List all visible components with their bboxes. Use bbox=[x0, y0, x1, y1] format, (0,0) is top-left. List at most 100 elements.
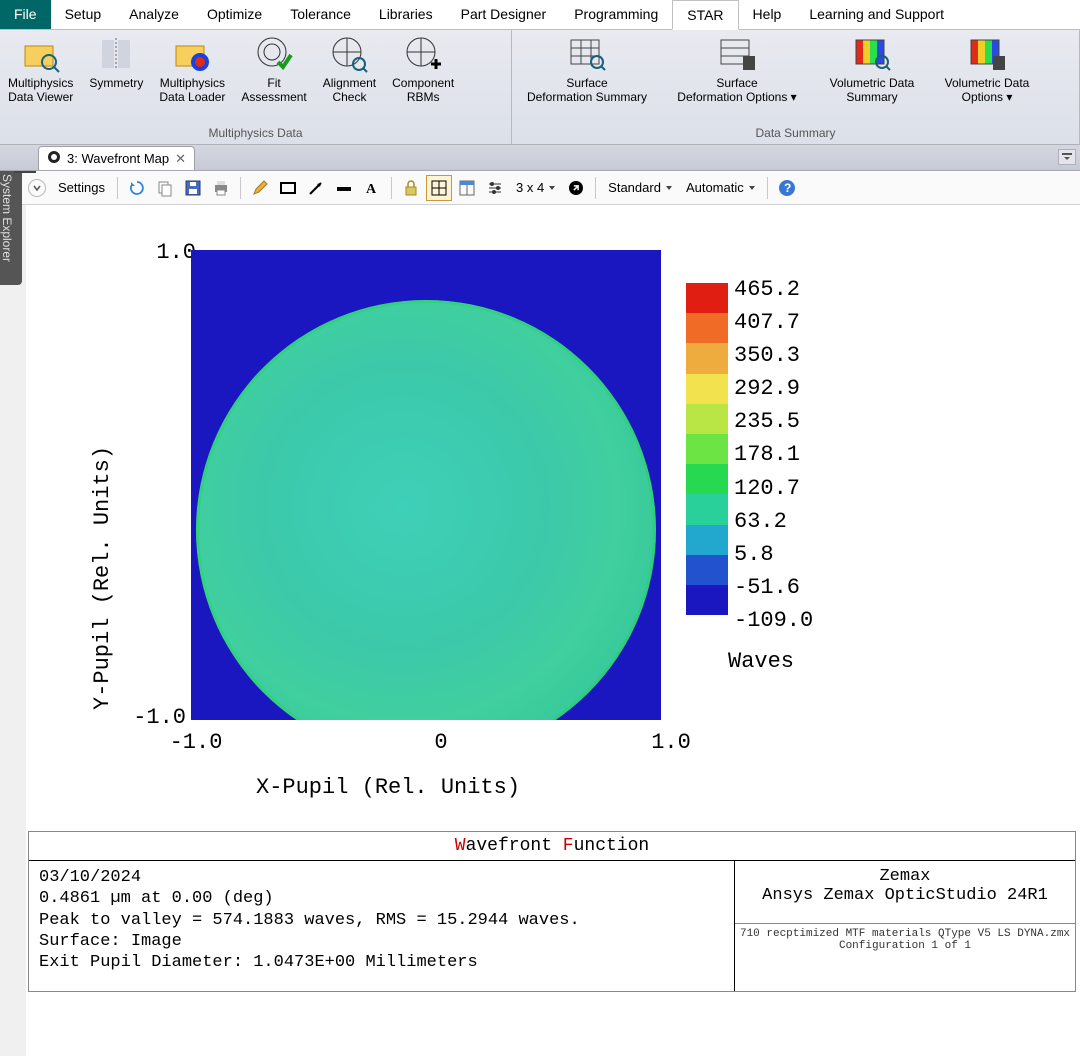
folder-heatcircle-icon bbox=[172, 34, 212, 74]
grid-view-icon[interactable] bbox=[426, 175, 452, 201]
settings-button[interactable]: Settings bbox=[52, 180, 111, 195]
ribbon-component-rbms[interactable]: Component RBMs bbox=[384, 30, 462, 124]
symmetry-icon bbox=[96, 34, 136, 74]
ribbon-volumetric-summary[interactable]: Volumetric Data Summary bbox=[812, 30, 932, 124]
layout-icon[interactable] bbox=[454, 175, 480, 201]
ribbon-volumetric-options[interactable]: Volumetric Data Options ▾ bbox=[932, 30, 1042, 124]
document-tab-bar: 3: Wavefront Map ✕ bbox=[0, 145, 1080, 171]
ribbon-label: Data Viewer bbox=[8, 90, 73, 104]
menu-libraries[interactable]: Libraries bbox=[365, 0, 447, 29]
ribbon-surface-def-options[interactable]: Surface Deformation Options ▾ bbox=[662, 30, 812, 124]
wavefront-heatmap[interactable] bbox=[191, 250, 661, 720]
menu-programming[interactable]: Programming bbox=[560, 0, 672, 29]
menu-learning[interactable]: Learning and Support bbox=[795, 0, 958, 29]
copy-icon[interactable] bbox=[152, 175, 178, 201]
menu-star[interactable]: STAR bbox=[672, 0, 738, 30]
y-axis-label: Y-Pupil (Rel. Units) bbox=[90, 446, 115, 710]
settings-expand-button[interactable] bbox=[28, 179, 46, 197]
ribbon-label: Alignment bbox=[323, 76, 376, 90]
info-details: 03/10/2024 0.4861 µm at 0.00 (deg) Peak … bbox=[29, 861, 735, 991]
target-plus-icon bbox=[403, 34, 443, 74]
arrow-tool-icon[interactable] bbox=[303, 175, 329, 201]
ribbon-group-label: Multiphysics Data bbox=[0, 124, 511, 144]
menu-tolerance[interactable]: Tolerance bbox=[276, 0, 365, 29]
ribbon-label: Deformation Summary bbox=[527, 90, 647, 104]
menu-analyze[interactable]: Analyze bbox=[115, 0, 193, 29]
ribbon-label: Fit bbox=[267, 76, 280, 90]
menu-help[interactable]: Help bbox=[739, 0, 796, 29]
info-file: 710 recptimized MTF materials QType V5 L… bbox=[735, 924, 1075, 966]
grid-magnify-icon bbox=[567, 34, 607, 74]
ribbon-label: Check bbox=[332, 90, 366, 104]
y-tick: -1.0 bbox=[126, 705, 186, 730]
grid-size-select[interactable]: 3 x 4 bbox=[510, 180, 561, 195]
pencil-icon[interactable] bbox=[247, 175, 273, 201]
rectangle-tool-icon[interactable] bbox=[275, 175, 301, 201]
close-icon[interactable]: ✕ bbox=[175, 151, 186, 167]
ribbon-label: Volumetric Data bbox=[830, 76, 915, 90]
x-tick: 0 bbox=[406, 730, 476, 755]
x-tick: -1.0 bbox=[161, 730, 231, 755]
ribbon-multiphysics-data-viewer[interactable]: Multiphysics Data Viewer bbox=[0, 30, 81, 124]
ribbon-label: Deformation Options ▾ bbox=[677, 90, 796, 104]
refresh-icon[interactable] bbox=[124, 175, 150, 201]
ribbon-label: Multiphysics bbox=[8, 76, 73, 90]
ribbon-label: Assessment bbox=[241, 90, 306, 104]
rainbow-grid-options-icon bbox=[967, 34, 1007, 74]
info-vendor: Zemax Ansys Zemax OpticStudio 24R1 bbox=[735, 861, 1075, 924]
line-weight-icon[interactable] bbox=[331, 175, 357, 201]
target-magnify-icon bbox=[329, 34, 369, 74]
colorbar-title: Waves bbox=[728, 649, 794, 674]
folder-magnify-icon bbox=[21, 34, 61, 74]
target-check-icon bbox=[254, 34, 294, 74]
ribbon-symmetry[interactable]: Symmetry bbox=[81, 30, 151, 124]
analysis-toolbar: Settings A 3 x 4 Standard Automatic ? bbox=[0, 171, 1080, 205]
document-tab-wavefront-map[interactable]: 3: Wavefront Map ✕ bbox=[38, 146, 195, 170]
ribbon-label: RBMs bbox=[407, 90, 440, 104]
ribbon-label: Symmetry bbox=[89, 76, 143, 90]
ribbon-group-label: Data Summary bbox=[512, 124, 1079, 144]
tab-overflow-button[interactable] bbox=[1058, 149, 1076, 165]
ribbon-multiphysics-data-loader[interactable]: Multiphysics Data Loader bbox=[151, 30, 233, 124]
ribbon-label: Surface bbox=[716, 76, 757, 90]
menu-setup[interactable]: Setup bbox=[51, 0, 116, 29]
ribbon-label: Options ▾ bbox=[962, 90, 1013, 104]
text-tool-icon[interactable]: A bbox=[359, 175, 385, 201]
svg-text:A: A bbox=[366, 182, 377, 197]
menu-file[interactable]: File bbox=[0, 0, 51, 29]
menu-optimize[interactable]: Optimize bbox=[193, 0, 276, 29]
circle-arrow-icon[interactable] bbox=[563, 175, 589, 201]
print-icon[interactable] bbox=[208, 175, 234, 201]
sliders-icon[interactable] bbox=[482, 175, 508, 201]
svg-text:?: ? bbox=[784, 181, 791, 195]
ribbon-surface-def-summary[interactable]: Surface Deformation Summary bbox=[512, 30, 662, 124]
ribbon-label: Volumetric Data bbox=[945, 76, 1030, 90]
side-tab-label: System Explorer bbox=[0, 174, 14, 262]
menu-part-designer[interactable]: Part Designer bbox=[447, 0, 561, 29]
info-title: Wavefront Function bbox=[29, 832, 1075, 861]
x-axis-label: X-Pupil (Rel. Units) bbox=[256, 775, 520, 800]
analysis-info-panel: Wavefront Function 03/10/2024 0.4861 µm … bbox=[28, 831, 1076, 992]
help-icon[interactable]: ? bbox=[774, 175, 800, 201]
ribbon-label: Multiphysics bbox=[160, 76, 225, 90]
colorbar: 465.2407.7350.3292.9235.5178.1120.763.25… bbox=[686, 283, 728, 615]
lock-icon[interactable] bbox=[398, 175, 424, 201]
x-tick: 1.0 bbox=[636, 730, 706, 755]
ribbon: Multiphysics Data Viewer Symmetry Multip… bbox=[0, 30, 1080, 145]
lens-icon bbox=[47, 150, 61, 167]
save-icon[interactable] bbox=[180, 175, 206, 201]
ribbon-label: Summary bbox=[846, 90, 897, 104]
ribbon-fit-assessment[interactable]: Fit Assessment bbox=[233, 30, 314, 124]
menu-bar: File Setup Analyze Optimize Tolerance Li… bbox=[0, 0, 1080, 30]
standard-select[interactable]: Standard bbox=[602, 180, 678, 195]
ribbon-label: Data Loader bbox=[159, 90, 225, 104]
ribbon-label: Component bbox=[392, 76, 454, 90]
document-tab-title: 3: Wavefront Map bbox=[67, 151, 169, 166]
grid-options-icon bbox=[717, 34, 757, 74]
rainbow-grid-magnify-icon bbox=[852, 34, 892, 74]
ribbon-alignment-check[interactable]: Alignment Check bbox=[315, 30, 384, 124]
automatic-select[interactable]: Automatic bbox=[680, 180, 761, 195]
y-tick: 1.0 bbox=[136, 240, 196, 265]
ribbon-label: Surface bbox=[566, 76, 607, 90]
analysis-view: Y-Pupil (Rel. Units) 1.0 0 -1.0 -1.0 0 1… bbox=[26, 205, 1080, 1056]
